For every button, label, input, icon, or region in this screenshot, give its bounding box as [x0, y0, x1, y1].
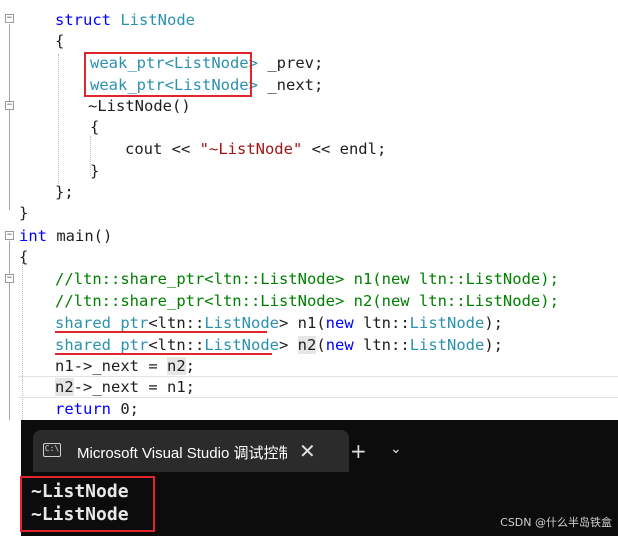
fold-toggle-destructor[interactable]: −	[5, 101, 14, 110]
console-tab[interactable]: C:\ Microsoft Visual Studio 调试控制台 ✕	[33, 430, 349, 472]
code-line-6: {	[90, 118, 100, 136]
code-line-4: weak_ptr<ListNode> _next;	[90, 76, 324, 94]
code-line-1: struct ListNode	[55, 11, 195, 29]
code-line-11: int main()	[19, 227, 113, 245]
code-line-5: ~ListNode()	[88, 97, 191, 115]
code-line-10: }	[19, 204, 29, 222]
code-line-12: {	[19, 248, 29, 266]
fold-toggle-main[interactable]: −	[5, 231, 14, 240]
fold-line	[9, 24, 10, 210]
console-tab-title: Microsoft Visual Studio 调试控制台	[77, 445, 287, 462]
console-output-line: ~ListNode	[31, 504, 129, 525]
code-line-9: };	[55, 183, 74, 201]
indent-guide	[58, 54, 59, 184]
code-line-14: //ltn::share_ptr<ltn::ListNode> n2(new l…	[55, 292, 559, 310]
code-line-18: n2->_next = n1;	[55, 378, 195, 396]
fold-line	[9, 241, 10, 420]
shared-ptr-underline-2	[55, 353, 272, 355]
console-output-line: ~ListNode	[31, 481, 129, 502]
plus-icon[interactable]: +	[350, 439, 367, 463]
code-line-17: n1->_next = n2;	[55, 357, 195, 375]
editor-gutter: − − − −	[0, 0, 18, 420]
console-icon: C:\	[43, 443, 61, 457]
code-line-19: return 0;	[55, 400, 139, 418]
watermark: CSDN @什么半岛铁盒	[500, 516, 612, 529]
code-line-13: //ltn::share_ptr<ltn::ListNode> n1(new l…	[55, 270, 559, 288]
fold-toggle-struct[interactable]: −	[5, 14, 14, 23]
shared-ptr-underline-1	[55, 331, 267, 333]
code-line-8: }	[90, 162, 100, 180]
fold-toggle-comment[interactable]: −	[5, 274, 14, 283]
code-line-7: cout << "~ListNode" << endl;	[125, 140, 387, 158]
code-line-2: {	[55, 32, 65, 50]
code-editor[interactable]: − − − − struct ListNode { weak_ptr<ListN…	[0, 0, 618, 420]
close-icon[interactable]: ✕	[299, 439, 316, 463]
chevron-down-icon[interactable]: ⌄	[390, 441, 402, 457]
code-line-3: weak_ptr<ListNode> _prev;	[90, 54, 324, 72]
